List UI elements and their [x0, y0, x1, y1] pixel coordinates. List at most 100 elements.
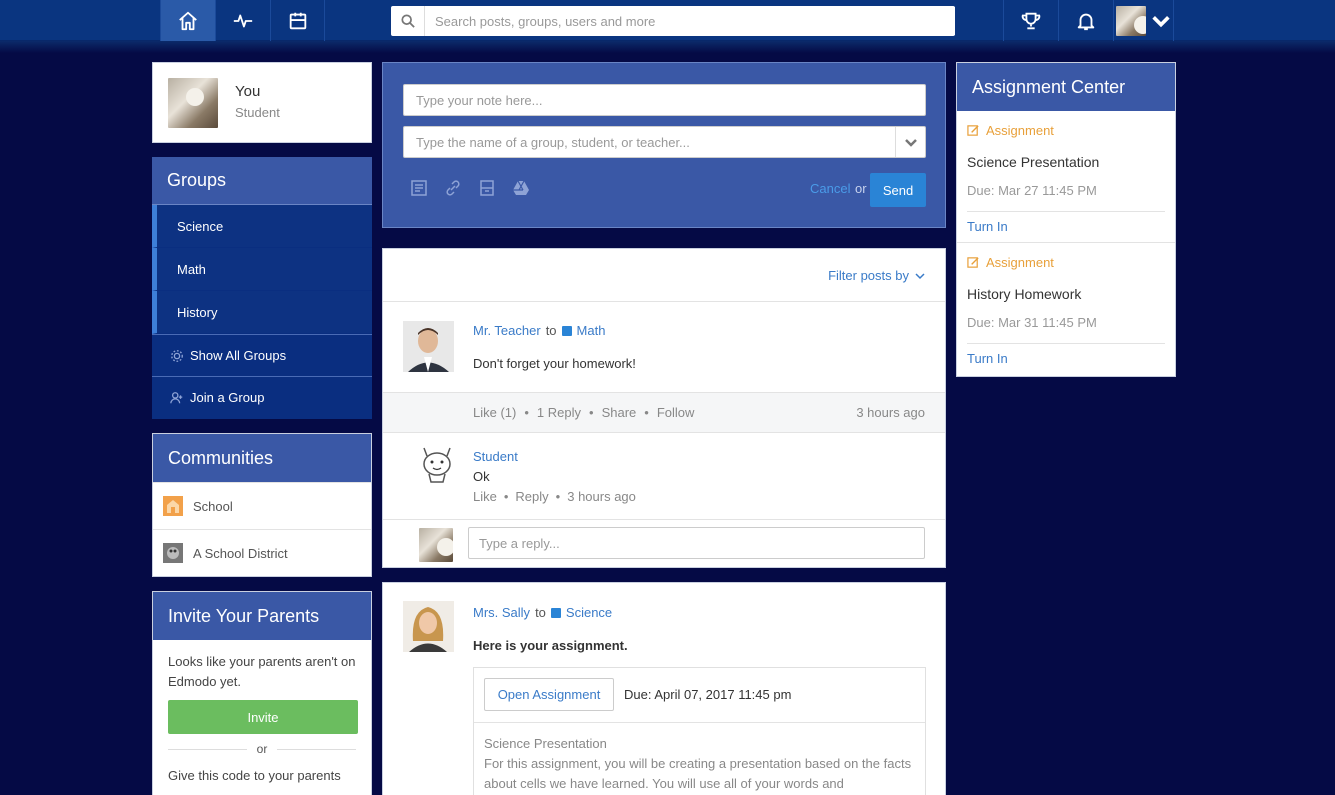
to-label: to: [535, 605, 546, 620]
school-icon: [163, 496, 183, 516]
or-divider: or: [168, 742, 357, 756]
like-button[interactable]: Like (1): [473, 405, 516, 420]
home-icon: [179, 11, 197, 30]
group-color-icon: [561, 325, 572, 336]
profile-name: You: [235, 83, 261, 100]
teacher-avatar[interactable]: [403, 601, 454, 652]
group-link[interactable]: Science: [566, 605, 612, 620]
post-header: Mr. Teacher to Math: [473, 323, 605, 338]
assignment-title: Science Presentation: [484, 736, 607, 751]
search-input[interactable]: [425, 7, 955, 35]
note-input[interactable]: Type your note here...: [403, 84, 926, 116]
or-label: or: [855, 181, 867, 196]
community-label: A School District: [193, 545, 288, 561]
filter-label: Filter posts by: [828, 268, 909, 283]
sidebar-item-math[interactable]: Math: [152, 248, 372, 291]
reply-count-link[interactable]: 1 Reply: [537, 405, 581, 420]
profile-avatar: [168, 78, 218, 128]
reply-input[interactable]: Type a reply...: [468, 527, 925, 559]
join-group-link[interactable]: Join a Group: [152, 376, 372, 418]
home-button[interactable]: [160, 0, 215, 41]
groups-panel: Groups Science Math History Show All Gro…: [152, 157, 372, 419]
divider: [383, 301, 945, 302]
profile-card[interactable]: You Student: [152, 62, 372, 143]
comment-like-button[interactable]: Like: [473, 489, 497, 504]
assignment-type: Assignment: [967, 123, 1054, 138]
account-menu-button[interactable]: [1113, 0, 1174, 41]
link-icon[interactable]: [444, 179, 462, 197]
sidebar-item-science[interactable]: Science: [152, 205, 372, 248]
comment-text: Ok: [473, 469, 490, 484]
backpack-button[interactable]: [270, 0, 325, 41]
communities-panel: Communities School A School District: [152, 433, 372, 577]
community-item-district[interactable]: A School District: [153, 529, 371, 576]
assignment-center-title: Assignment Center: [957, 63, 1175, 111]
community-item-school[interactable]: School: [153, 482, 371, 529]
sidebar-item-history[interactable]: History: [152, 291, 372, 334]
recipient-placeholder: Type the name of a group, student, or te…: [416, 134, 690, 150]
chevron-down-icon[interactable]: [895, 127, 925, 157]
assignment-type-label: Assignment: [986, 123, 1054, 138]
post-timestamp: 3 hours ago: [856, 405, 925, 420]
or-label: or: [256, 742, 268, 756]
search-icon: [391, 6, 425, 36]
post-composer: Type your note here... Type the name of …: [382, 62, 946, 228]
teacher-avatar[interactable]: [403, 321, 454, 372]
library-icon[interactable]: [478, 179, 496, 197]
gear-icon: [171, 349, 183, 362]
filter-posts-dropdown[interactable]: Filter posts by: [828, 268, 925, 283]
assignment-type: Assignment: [967, 255, 1054, 270]
notifications-button[interactable]: [1058, 0, 1113, 41]
group-color-icon: [550, 607, 561, 618]
groups-title: Groups: [152, 157, 372, 205]
note-icon[interactable]: [410, 179, 428, 197]
post-card: Filter posts by Mr. Teacher to Math Don'…: [382, 248, 946, 568]
post-actions-bar: Like (1) • 1 Reply • Share • Follow 3 hours…: [383, 392, 945, 433]
topbar-shadow: [0, 41, 1335, 53]
trophy-button[interactable]: [1003, 0, 1058, 41]
profile-role: Student: [235, 105, 280, 120]
recipient-input[interactable]: Type the name of a group, student, or te…: [403, 126, 926, 158]
send-button[interactable]: Send: [870, 173, 926, 207]
user-avatar: [1115, 5, 1146, 36]
cancel-link[interactable]: Cancel: [810, 181, 850, 196]
invite-button[interactable]: Invite: [168, 700, 358, 734]
assignment-due: Due: Mar 27 11:45 PM: [967, 183, 1097, 198]
comment-author-link[interactable]: Student: [473, 449, 518, 464]
comment-reply-button[interactable]: Reply: [515, 489, 548, 504]
reply-avatar: [419, 528, 453, 562]
post-body: Don't forget your homework!: [473, 356, 636, 371]
assignment-center-panel: Assignment Center Assignment Science Pre…: [956, 62, 1176, 377]
search-bar[interactable]: [391, 6, 955, 36]
invite-parents-panel: Invite Your Parents Looks like your pare…: [152, 591, 372, 795]
drive-icon[interactable]: [512, 179, 530, 197]
invite-title: Invite Your Parents: [153, 592, 371, 640]
assignment-due-date: Due: April 07, 2017 11:45 pm: [624, 687, 792, 702]
assignment-title[interactable]: History Homework: [967, 286, 1081, 302]
chevron-down-icon: [1151, 15, 1170, 27]
assignment-item: Assignment Science Presentation Due: Mar…: [957, 111, 1175, 243]
assignment-title[interactable]: Science Presentation: [967, 154, 1099, 170]
open-assignment-button[interactable]: Open Assignment: [484, 678, 614, 711]
join-group-label: Join a Group: [190, 390, 265, 405]
share-button[interactable]: Share: [602, 405, 637, 420]
follow-button[interactable]: Follow: [657, 405, 695, 420]
post-body: Here is your assignment.: [473, 638, 628, 653]
composer-tools: [410, 179, 530, 197]
turn-in-link[interactable]: Turn In: [967, 351, 1008, 366]
author-link[interactable]: Mr. Teacher: [473, 323, 541, 338]
author-link[interactable]: Mrs. Sally: [473, 605, 530, 620]
student-avatar[interactable]: [419, 446, 455, 486]
show-all-groups-label: Show All Groups: [190, 348, 287, 363]
progress-button[interactable]: [215, 0, 270, 41]
group-link[interactable]: Math: [577, 323, 606, 338]
add-user-icon: [170, 391, 183, 403]
invite-code-text: Give this code to your parents: [168, 768, 341, 783]
show-all-groups-link[interactable]: Show All Groups: [152, 334, 372, 376]
communities-title: Communities: [153, 434, 371, 482]
top-nav-bar: [0, 0, 1335, 41]
turn-in-link[interactable]: Turn In: [967, 219, 1008, 234]
planner-icon: [289, 12, 306, 29]
comment-timestamp: 3 hours ago: [567, 489, 636, 504]
assignment-description: Science Presentation For this assignment…: [484, 734, 914, 794]
